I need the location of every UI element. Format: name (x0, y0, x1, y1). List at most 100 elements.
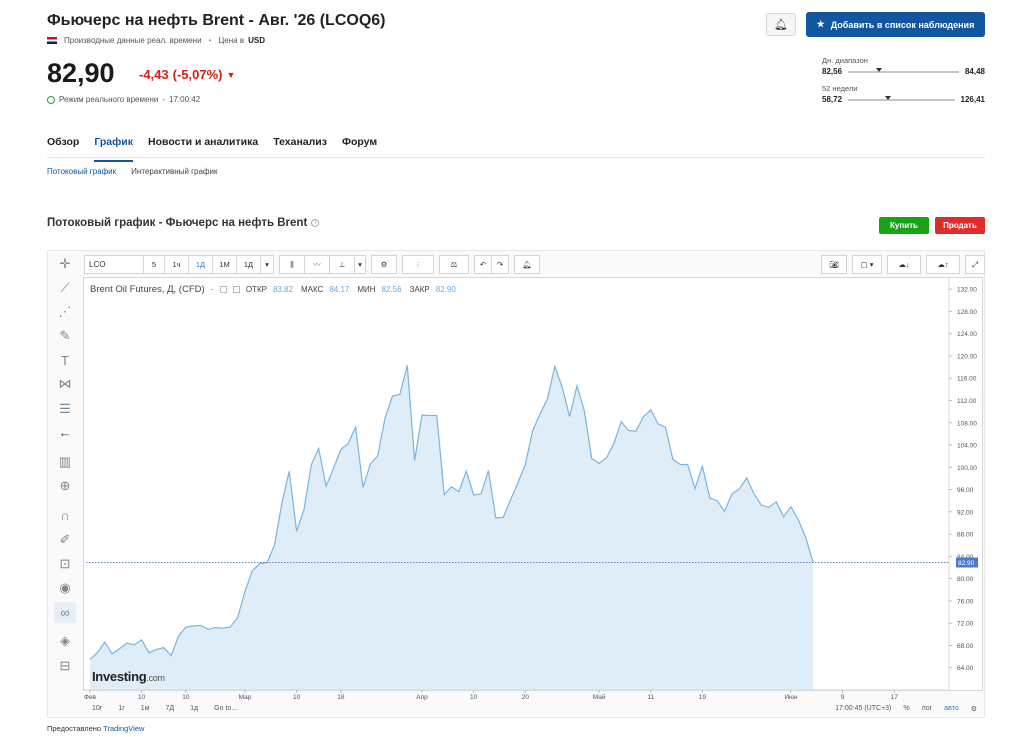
tab-news[interactable]: Новости и аналитика (148, 136, 258, 162)
log-scale-toggle[interactable]: лог (916, 705, 939, 712)
chart-time: 17:00:45 (UTC+3) (835, 705, 892, 712)
goto-date[interactable]: Go to... (206, 705, 245, 712)
subtab-interactive-chart[interactable]: Интерактивный график (131, 167, 217, 176)
interval-1d[interactable]: 1Д (188, 255, 213, 274)
realtime-status: Режим реального времени - 17:00:42 (47, 95, 200, 104)
measure-icon[interactable]: ▥ (54, 452, 76, 473)
back-arrow-icon[interactable]: ← (54, 422, 76, 443)
settings-gear-icon[interactable]: ⚙ (371, 255, 397, 274)
interval-5[interactable]: 5 (143, 255, 165, 274)
separator-dash: - (162, 95, 166, 104)
chart-section-title-text: Потоковый график - Фьючерс на нефть Bren… (47, 217, 308, 229)
compare-scale-icon[interactable]: ⚖ (439, 255, 469, 274)
x-tick-label: Мар (239, 694, 252, 701)
clock-icon (47, 95, 55, 104)
unlock-icon[interactable]: ⊡ (54, 553, 76, 574)
link-icon[interactable]: ∞ (54, 601, 76, 623)
area-chart-icon[interactable]: 〰 (304, 255, 330, 274)
redo-icon[interactable]: ↷ (491, 255, 509, 274)
eye-icon[interactable]: ◉ (54, 577, 76, 598)
cloud-download-icon[interactable]: ☁↓ (887, 255, 921, 274)
change-percent: (-5,07%) (172, 67, 223, 82)
x-tick-label: 10 (470, 694, 478, 701)
tradingview-link[interactable]: TradingView (103, 724, 144, 733)
legend-low-value: 82.56 (381, 285, 402, 294)
chart-section-title: Потоковый график - Фьючерс на нефть Bren… (47, 217, 320, 229)
tab-forum[interactable]: Форум (342, 136, 377, 162)
week52-range-low: 58,72 (822, 95, 843, 104)
sell-button[interactable]: Продать (935, 217, 985, 234)
brush-icon[interactable]: ✎ (54, 326, 76, 347)
cloud-upload-icon[interactable]: ☁↑ (926, 255, 960, 274)
x-tick-label: 10 (182, 694, 190, 701)
undo-icon[interactable]: ↶ (474, 255, 492, 274)
period-10y[interactable]: 10г (84, 705, 110, 712)
chart-settings-icon[interactable]: ⚙ (965, 705, 983, 713)
alert-bell-icon[interactable]: 🔔︎ (514, 255, 540, 274)
color-box-icon[interactable]: ▢ ▾ (852, 255, 882, 274)
tab-technical[interactable]: Теханализ (273, 136, 327, 162)
week52-range-marker (885, 95, 892, 100)
fullscreen-icon[interactable]: ⤢ (965, 255, 985, 274)
y-tick-label: 92.00 (957, 509, 974, 516)
provider-prefix: Предоставлено (47, 724, 102, 733)
symbol-input[interactable]: LCO (84, 255, 144, 274)
last-price-badge-label: 82.90 (958, 560, 975, 567)
bars-icon[interactable]: ⊥ (329, 255, 355, 274)
page-title: Фьючерс на нефть Brent - Авг. '26 (LCOQ6… (47, 12, 386, 29)
tab-chart[interactable]: График (94, 136, 134, 162)
buy-button[interactable]: Купить (879, 217, 929, 234)
prediction-tool-icon[interactable]: ☰ (54, 398, 76, 419)
camera-icon[interactable]: 📷︎ (821, 255, 847, 274)
y-tick-label: 104.00 (957, 443, 977, 450)
layers-icon[interactable]: ◈ (54, 631, 76, 652)
y-tick-label: 108.00 (957, 420, 977, 427)
text-tool-icon[interactable]: T (54, 350, 76, 371)
candles-icon[interactable]: ⫼ (279, 255, 305, 274)
currency-value: USD (248, 36, 265, 45)
investing-logo: Investing.com (92, 669, 165, 684)
add-to-watchlist-button[interactable]: ★ Добавить в список наблюдения (806, 12, 985, 37)
legend-close-label: ЗАКР (409, 285, 430, 294)
tab-overview[interactable]: Обзор (47, 136, 79, 162)
subtab-streaming-chart[interactable]: Потоковый график (47, 167, 116, 176)
legend-settings-icon[interactable] (219, 286, 227, 293)
y-tick-label: 116.00 (957, 376, 977, 383)
provider-footer: Предоставлено TradingView (47, 724, 144, 733)
change-value: -4,43 (139, 67, 169, 82)
magnet-icon[interactable]: ∩ (54, 505, 76, 526)
interval-dropdown-icon[interactable]: ▾ (260, 255, 274, 274)
x-tick-label: 11 (647, 694, 654, 701)
zoom-in-icon[interactable]: ⊕ (54, 476, 76, 497)
alert-button[interactable]: 🔔︎ (766, 13, 796, 36)
legend-high-label: МАКС (300, 285, 324, 294)
x-tick-label: 17 (891, 694, 899, 701)
period-1y[interactable]: 1г (110, 705, 132, 712)
fib-tool-icon[interactable]: ⋰ (54, 301, 76, 322)
crosshair-icon[interactable]: ✛ (54, 253, 76, 274)
info-icon[interactable]: i (311, 219, 320, 227)
period-1d[interactable]: 1д (182, 705, 206, 712)
period-7d[interactable]: 7Д (158, 705, 183, 712)
week52-range-high: 126,41 (960, 95, 985, 104)
day-range-label: Дн. диапазон (822, 56, 868, 65)
drawing-toolbar: ✛ ⟋ ⋰ ✎ T ⋈ ☰ ← ▥ ⊕ ∩ ✐ ⊡ ◉ ∞ ◈ ⊟ (49, 253, 81, 680)
interval-1m[interactable]: 1М (212, 255, 237, 274)
interval-1h[interactable]: 1ч (164, 255, 189, 274)
percent-scale-toggle[interactable]: % (897, 705, 915, 712)
period-1m[interactable]: 1м (133, 705, 158, 712)
data-source-label: Производные данные реал. времени (64, 36, 202, 45)
chart-type-dropdown-icon[interactable]: ▾ (354, 255, 366, 274)
legend-close-icon[interactable] (232, 286, 240, 293)
indicators-icon[interactable]: ⫶ (402, 255, 434, 274)
trend-line-icon[interactable]: ⟋ (54, 277, 76, 298)
x-tick-label: 20 (522, 694, 530, 701)
trash-icon[interactable]: ⊟ (54, 655, 76, 676)
lock-drawing-icon[interactable]: ✐ (54, 529, 76, 550)
auto-scale-toggle[interactable]: авто (938, 705, 964, 712)
interval-custom[interactable]: 1Д (236, 255, 261, 274)
price-chart[interactable]: 132.00 128.00 124.00 120.00 116.00 112.00 108.… (84, 278, 983, 701)
x-tick-label: Июн (784, 694, 798, 701)
x-tick-label: 9 (841, 694, 845, 701)
pattern-tool-icon[interactable]: ⋈ (54, 374, 76, 395)
